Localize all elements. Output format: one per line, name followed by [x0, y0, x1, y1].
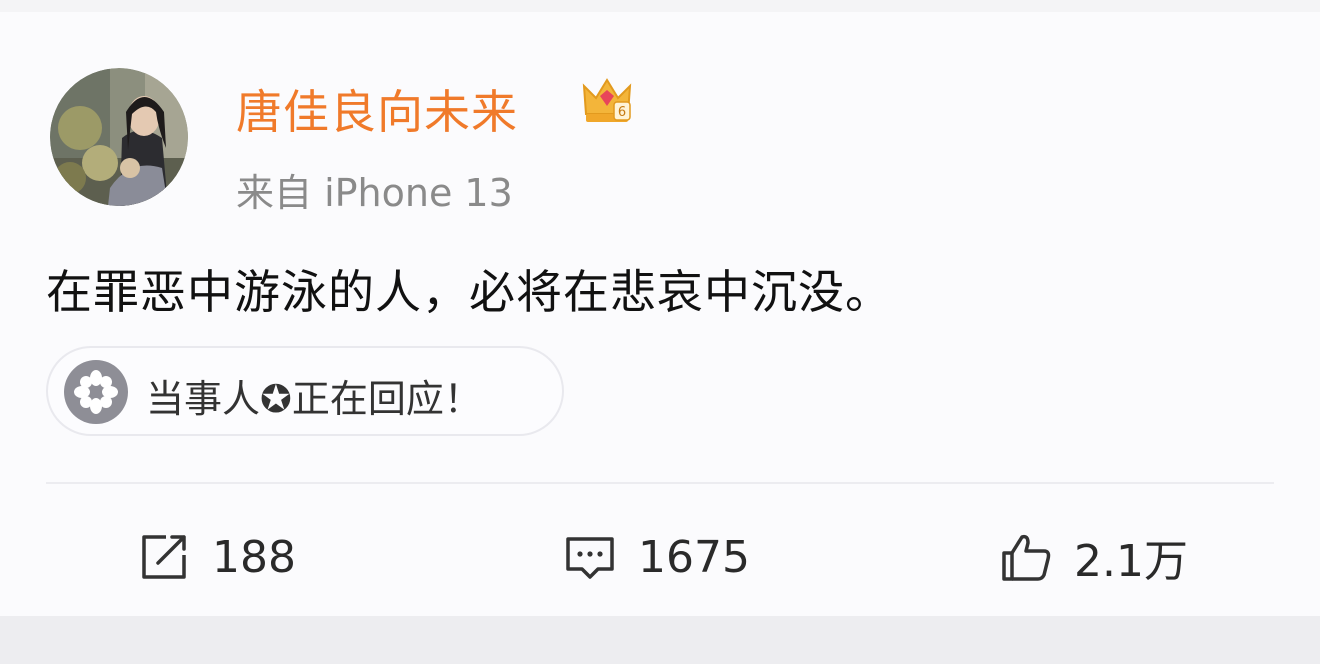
avatar[interactable]: [50, 68, 188, 206]
bottom-strip: [0, 616, 1320, 664]
badge-level-text: 6: [618, 105, 626, 120]
post-source: 来自 iPhone 13: [236, 171, 513, 215]
post-text: 在罪恶中游泳的人，必将在悲哀中沉没。: [46, 265, 892, 319]
repost-count: 188: [212, 531, 296, 583]
weibo-post-card: 唐佳良向未来 6 来自 iPhone 13 在罪恶中游泳的人，必将在悲哀中沉没。…: [0, 12, 1320, 616]
super-topic-icon: [64, 360, 128, 424]
divider: [46, 482, 1274, 484]
topic-chip[interactable]: 当事人✪正在回应！: [46, 346, 564, 436]
avatar-photo: [50, 68, 188, 206]
comment-count: 1675: [638, 531, 750, 583]
crown-level-6-icon[interactable]: 6: [580, 74, 634, 128]
thumbs-up-icon: [1002, 534, 1051, 581]
comment-icon: [566, 537, 614, 579]
like-count: 2.1万: [1074, 536, 1188, 587]
topic-chip-label: 当事人✪正在回应！: [146, 377, 482, 421]
repost-button[interactable]: 188: [136, 522, 296, 592]
like-button[interactable]: 2.1万: [998, 522, 1188, 592]
username[interactable]: 唐佳良向未来: [236, 76, 518, 142]
repost-icon: [142, 535, 186, 579]
comment-button[interactable]: 1675: [562, 522, 750, 592]
